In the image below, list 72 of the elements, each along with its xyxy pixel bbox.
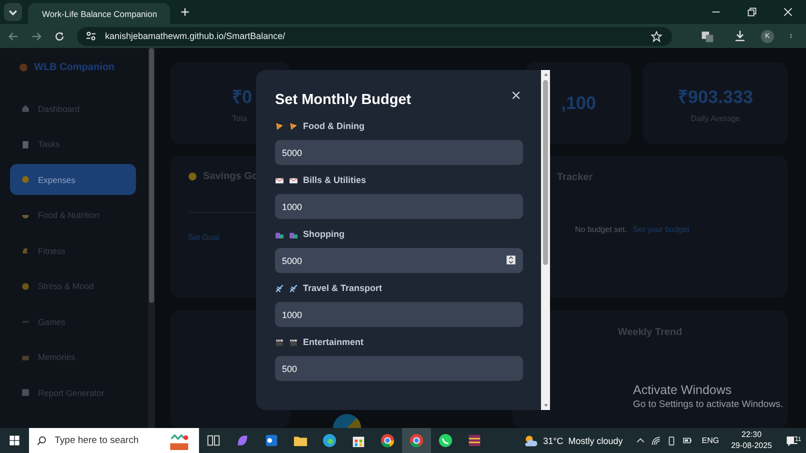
url-text: kanishjebamathewm.github.io/SmartBalance/	[105, 31, 286, 41]
forward-arrow-icon[interactable]	[31, 30, 42, 42]
clock-date[interactable]: 29-08-2025	[731, 440, 772, 451]
stat-value: ₹903.333	[678, 86, 754, 108]
weather-cloud-icon[interactable]	[523, 434, 540, 448]
budget-input[interactable]: 500	[275, 356, 523, 381]
clock-time[interactable]: 22:30	[742, 430, 762, 440]
pizza-slice-icon	[289, 122, 298, 130]
airplane-icon	[289, 284, 298, 292]
restore-icon[interactable]	[747, 7, 757, 17]
budget-input[interactable]: 1000	[275, 302, 523, 327]
stat-value: ₹0	[232, 86, 252, 108]
language-indicator[interactable]: ENG	[702, 436, 720, 445]
translate-icon[interactable]	[701, 30, 714, 42]
house-icon	[21, 104, 30, 113]
taskbar-search-bar[interactable]: Type here to search	[29, 428, 199, 453]
back-arrow-icon[interactable]	[8, 30, 19, 42]
chevron-up-icon[interactable]	[636, 436, 645, 445]
coin-icon	[188, 172, 197, 181]
weather-text[interactable]: 31°C Mostly cloudy	[543, 436, 623, 446]
scroll-up-icon[interactable]	[542, 72, 548, 77]
airplane-icon	[275, 284, 284, 292]
reload-icon[interactable]	[54, 30, 65, 42]
clapperboard-icon	[289, 338, 298, 346]
budget-input[interactable]: 5000	[275, 248, 523, 273]
envelope-icon	[289, 176, 298, 184]
envelope-icon	[275, 176, 284, 184]
budget-input[interactable]: 1000	[275, 194, 523, 219]
phone-link-icon[interactable]	[666, 436, 676, 446]
activation-subtitle: Go to Settings to activate Windows.	[633, 399, 783, 410]
battery-icon[interactable]	[682, 436, 693, 445]
field-label: Travel & Transport	[303, 283, 382, 293]
close-button[interactable]: ×	[509, 87, 523, 104]
browser-tab[interactable]: Work-Life Balance Companion	[28, 3, 170, 24]
plus-icon[interactable]	[180, 7, 190, 17]
tab-list-icon[interactable]	[4, 3, 22, 21]
field-label: Shopping	[303, 229, 344, 239]
chrome-profile-icon[interactable]	[402, 428, 431, 453]
field-label: Bills & Utilities	[303, 175, 366, 185]
budget-input[interactable]: 5000	[275, 140, 523, 165]
copilot-icon[interactable]	[235, 433, 250, 448]
wifi-icon[interactable]	[650, 436, 661, 446]
dialog-title: Set Monthly Budget	[275, 92, 412, 108]
activation-title: Activate Windows	[633, 383, 733, 397]
outlook-icon[interactable]	[264, 433, 279, 448]
address-bar[interactable]: kanishjebamathewm.github.io/SmartBalance/	[77, 26, 672, 46]
windows-start-icon[interactable]	[9, 435, 20, 446]
scrollbar-thumb[interactable]	[149, 48, 154, 303]
whatsapp-icon[interactable]	[438, 433, 453, 448]
spinner-icon[interactable]	[506, 254, 516, 266]
chrome-icon[interactable]	[380, 433, 395, 448]
field-label: Food & Dining	[303, 121, 364, 131]
empty-message: No budget set.	[575, 225, 628, 234]
task-view-icon[interactable]	[206, 433, 221, 448]
clapperboard-icon	[275, 338, 284, 346]
search-icon	[37, 435, 47, 446]
stat-value: ,100	[560, 92, 596, 114]
scrollbar-thumb[interactable]	[543, 80, 548, 265]
edge-icon[interactable]	[322, 433, 337, 448]
download-icon[interactable]	[734, 30, 746, 42]
site-settings-icon[interactable]	[85, 30, 97, 42]
scroll-down-icon[interactable]	[542, 403, 548, 408]
archive-icon[interactable]	[467, 433, 482, 448]
field-label: Entertainment	[303, 337, 364, 347]
close-icon[interactable]	[783, 7, 793, 17]
tab-title: Work-Life Balance Companion	[42, 8, 158, 18]
app-brand: WLB Companion	[34, 62, 115, 73]
gauge-chart-drawing	[333, 414, 361, 428]
coin-icon	[21, 175, 30, 184]
pizza-slice-icon	[275, 122, 284, 130]
star-icon[interactable]	[651, 30, 662, 42]
nav-item[interactable]: Expenses	[10, 164, 136, 195]
